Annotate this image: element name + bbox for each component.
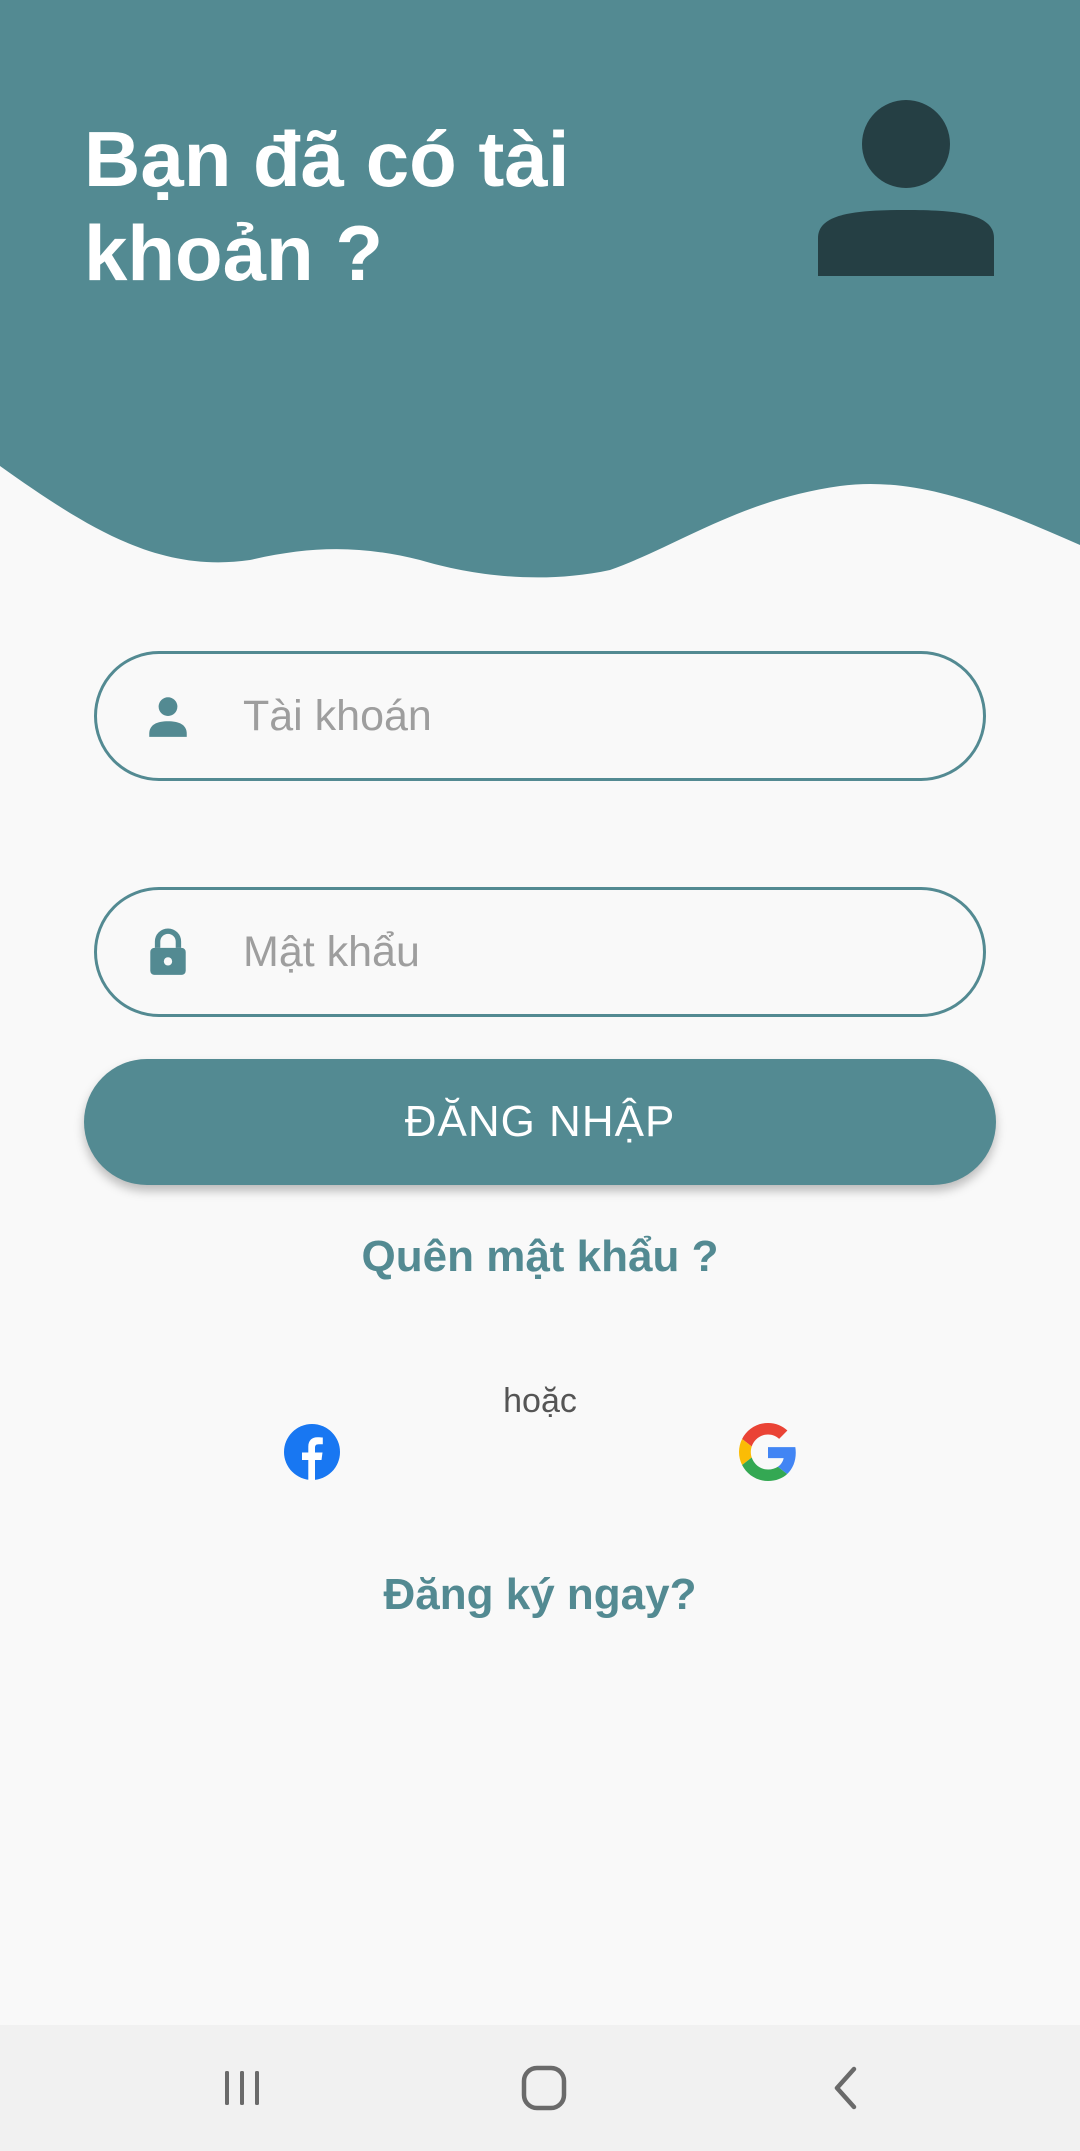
username-field[interactable] bbox=[94, 651, 986, 781]
login-screen: Bạn đã có tài khoản ? ĐĂNG NHẬP Quên mật… bbox=[0, 0, 1080, 2151]
username-input[interactable] bbox=[243, 654, 943, 778]
facebook-icon[interactable] bbox=[283, 1423, 341, 1481]
header-wave bbox=[0, 0, 1080, 578]
back-icon[interactable] bbox=[816, 2061, 876, 2115]
system-nav-bar bbox=[0, 2025, 1080, 2151]
google-icon[interactable] bbox=[739, 1423, 797, 1481]
recent-apps-icon[interactable] bbox=[212, 2061, 272, 2115]
forgot-password-link[interactable]: Quên mật khẩu ? bbox=[0, 1232, 1080, 1282]
password-input[interactable] bbox=[243, 890, 943, 1014]
or-divider-label: hoặc bbox=[503, 1382, 577, 1420]
page-title: Bạn đã có tài khoản ? bbox=[84, 115, 570, 297]
register-link[interactable]: Đăng ký ngay? bbox=[0, 1570, 1080, 1620]
home-icon[interactable] bbox=[514, 2061, 574, 2115]
person-icon bbox=[818, 100, 994, 276]
lock-icon bbox=[150, 928, 186, 975]
login-button[interactable]: ĐĂNG NHẬP bbox=[84, 1059, 996, 1185]
password-field[interactable] bbox=[94, 887, 986, 1017]
user-icon bbox=[149, 697, 187, 737]
